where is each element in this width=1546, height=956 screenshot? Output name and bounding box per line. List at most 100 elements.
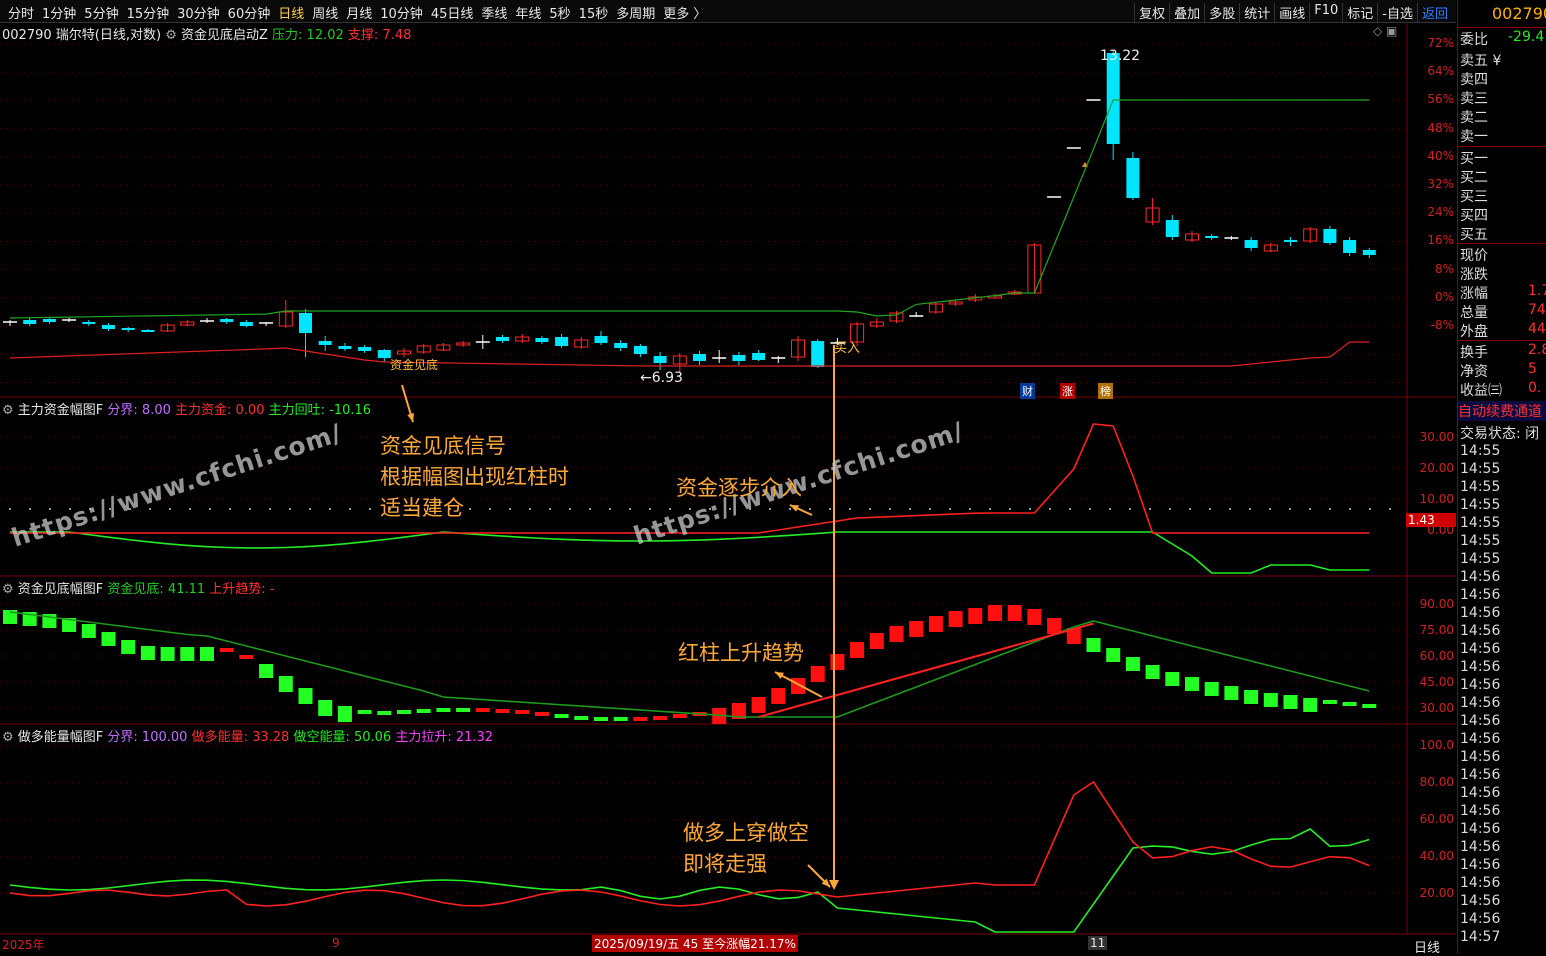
candle-down <box>653 356 667 363</box>
candle-down <box>1126 158 1140 198</box>
panel3-y-tick: 100.0 <box>1419 738 1454 752</box>
boundary-dot <box>529 508 531 510</box>
panel2-bar <box>1086 638 1101 652</box>
tick-time: 14:56 <box>1460 785 1501 801</box>
event-tag-limitup[interactable]: 涨 <box>1060 383 1075 399</box>
event-tag-board[interactable]: 榜 <box>1098 383 1113 399</box>
candle-down <box>377 350 391 358</box>
candle-down <box>318 341 332 345</box>
main-y-tick: 40% <box>1427 148 1454 163</box>
boundary-dot <box>349 508 351 510</box>
stat2-label: 净资 <box>1460 364 1488 380</box>
tick-time: 14:57 <box>1460 929 1501 945</box>
arrow-bottom-signal-head <box>407 413 414 422</box>
panel2-bar <box>1125 657 1140 671</box>
boundary-dot <box>769 508 771 510</box>
panel3-y-tick: 40.00 <box>1419 849 1454 863</box>
candle-down <box>555 337 569 346</box>
boundary-dot <box>1249 508 1251 510</box>
candle-down <box>752 353 766 360</box>
boundary-dot <box>249 508 251 510</box>
panel-collapse-icon[interactable]: ◇ ▣ <box>1373 24 1397 38</box>
tick-time: 14:56 <box>1460 875 1501 891</box>
date-axis-month-11: 11 <box>1088 936 1108 950</box>
stat2-value: 5 <box>1528 361 1537 377</box>
annotation-bottom-signal: 资金见底信号 <box>380 434 506 458</box>
boundary-dot <box>1269 508 1271 510</box>
boundary-dot <box>649 508 651 510</box>
panel2-bar <box>1047 618 1062 634</box>
panel2-bar <box>850 642 865 658</box>
event-tag-finance[interactable]: 财 <box>1020 383 1035 399</box>
tick-time: 14:55 <box>1460 497 1501 513</box>
panel2-bar <box>495 709 510 713</box>
panel2-bar <box>988 605 1002 621</box>
boundary-dot <box>609 508 611 510</box>
buy-signal-label: 买入 <box>834 341 861 356</box>
stat-label: 总量 <box>1460 305 1488 321</box>
boundary-dot <box>1069 508 1071 510</box>
tick-time: 14:56 <box>1460 713 1501 729</box>
ask-label: 卖五 ¥ <box>1460 53 1502 69</box>
boundary-dot <box>369 508 371 510</box>
panel2-y-tick: 90.00 <box>1419 597 1454 611</box>
boundary-dot <box>589 508 591 510</box>
boundary-dot <box>329 508 331 510</box>
panel2-bar <box>436 708 451 712</box>
date-axis-year: 2025年 <box>2 938 45 952</box>
panel1-y-tick: 30.00 <box>1419 430 1454 444</box>
annotation-funds-entering: 资金逐步介入 <box>676 476 802 500</box>
boundary-dot <box>29 508 31 510</box>
panel2-bar <box>278 676 293 692</box>
panel2-bar <box>200 647 214 661</box>
date-axis-month-9: 9 <box>332 936 340 950</box>
panel2-bar <box>1263 693 1278 707</box>
boundary-dot <box>1169 508 1171 510</box>
panel3-y-tick: 80.00 <box>1419 775 1454 789</box>
tick-time: 14:55 <box>1460 533 1501 549</box>
panel2-bar <box>81 624 96 638</box>
boundary-dot <box>9 508 11 510</box>
boundary-dot <box>929 508 931 510</box>
candle-down <box>1284 240 1297 242</box>
panel2-bar <box>259 664 274 678</box>
tick-time: 14:56 <box>1460 605 1501 621</box>
panel2-y-tick: 60.00 <box>1419 649 1454 663</box>
auto-renew-banner[interactable]: 自动续费通道 <box>1458 401 1546 421</box>
panel2-bar <box>397 710 411 714</box>
panel2-bar <box>160 647 175 661</box>
main-y-tick: 16% <box>1427 233 1454 248</box>
panel2-bar <box>1185 677 1199 691</box>
boundary-dot <box>569 508 571 510</box>
main-y-tick: 64% <box>1427 64 1454 79</box>
boundary-dot <box>1129 508 1131 510</box>
boundary-dot <box>849 508 851 510</box>
annotation-bottom-signal-2: 根据幅图出现红柱时 <box>380 465 569 489</box>
period-mode-label[interactable]: 日线 <box>1414 937 1440 956</box>
annotation-bottom-signal-3: 适当建仓 <box>380 496 464 520</box>
stat2-label: 换手 <box>1460 345 1488 361</box>
boundary-dot <box>869 508 871 510</box>
panel2-bar <box>672 714 687 718</box>
boundary-dot <box>169 508 171 510</box>
boundary-dot <box>1229 508 1231 510</box>
boundary-dot <box>549 508 551 510</box>
tick-time: 14:55 <box>1460 461 1501 477</box>
boundary-dot <box>949 508 951 510</box>
boundary-dot <box>969 508 971 510</box>
boundary-dot <box>1049 508 1051 510</box>
panel2-bar <box>534 712 549 716</box>
boundary-dot <box>789 508 791 510</box>
candle-down <box>338 346 352 349</box>
tick-time: 14:56 <box>1460 569 1501 585</box>
bid-label: 买三 <box>1460 189 1488 205</box>
stat-value: 1.7 <box>1528 283 1546 299</box>
panel2-bar <box>357 710 372 714</box>
candle-down <box>220 319 234 322</box>
boundary-dot <box>229 508 231 510</box>
panel2-bar <box>928 616 943 632</box>
panel3-y-tick: 20.00 <box>1419 886 1454 900</box>
candle-down <box>1343 240 1357 253</box>
main-y-tick: 72% <box>1427 36 1454 50</box>
candle-down <box>693 354 706 361</box>
